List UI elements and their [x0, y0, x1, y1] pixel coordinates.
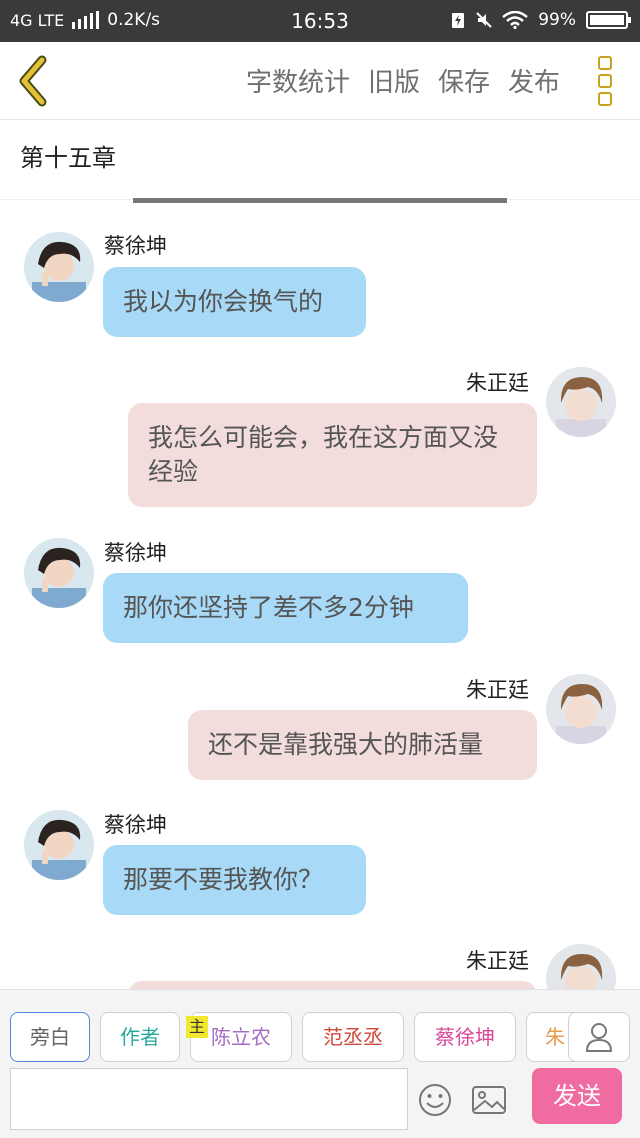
- message-bubble[interactable]: [128, 981, 537, 989]
- add-role-button[interactable]: [568, 1012, 630, 1062]
- old-version-button[interactable]: 旧版: [368, 62, 420, 99]
- avatar[interactable]: [546, 367, 616, 437]
- chapter-header: 第十五章: [0, 120, 640, 200]
- message-bubble[interactable]: 我怎么可能会，我在这方面又没经验: [128, 403, 537, 507]
- editor-toolbar: 字数统计 旧版 保存 发布: [0, 42, 640, 120]
- avatar[interactable]: [546, 944, 616, 989]
- send-button[interactable]: 发送: [532, 1068, 622, 1124]
- image-icon[interactable]: [470, 1082, 508, 1118]
- mute-icon: [476, 12, 492, 28]
- main-role-tag: 主: [186, 1016, 209, 1038]
- avatar[interactable]: [546, 674, 616, 744]
- message-bubble[interactable]: 还不是靠我强大的肺活量: [188, 710, 537, 780]
- emoji-icon[interactable]: [417, 1082, 453, 1118]
- wifi-icon: [502, 11, 529, 29]
- sender-name: 朱正廷: [466, 371, 529, 395]
- sender-name: 朱正廷: [466, 678, 529, 702]
- role-selector: 旁白 作者 陈立农 主 范丞丞 蔡徐坤 朱: [0, 990, 640, 1062]
- status-right: 99%: [450, 10, 631, 30]
- back-icon[interactable]: [14, 54, 54, 108]
- role-label: 范丞丞: [323, 1025, 383, 1049]
- status-bar: 4G LTE 0.2K/s 16:53 99%: [0, 0, 640, 42]
- sender-name: 蔡徐坤: [104, 813, 167, 837]
- user-icon: [585, 1023, 613, 1052]
- battery-saver-icon: [452, 13, 465, 28]
- message-input[interactable]: [10, 1068, 408, 1130]
- message-bubble[interactable]: 那你还坚持了差不多2分钟: [103, 573, 468, 643]
- word-count-button[interactable]: 字数统计: [246, 62, 350, 99]
- role-fan-button[interactable]: 范丞丞: [302, 1012, 404, 1062]
- chat-area: 蔡徐坤 我以为你会换气的 朱正廷 我怎么可能会，我在这方面又没经验 蔡徐坤 那你…: [0, 203, 640, 989]
- role-label: 蔡徐坤: [435, 1025, 495, 1049]
- toolbar-actions: 字数统计 旧版 保存 发布: [246, 62, 560, 99]
- role-label: 旁白: [30, 1025, 70, 1049]
- sender-name: 蔡徐坤: [104, 234, 167, 258]
- avatar[interactable]: [24, 232, 94, 302]
- composer: 旁白 作者 陈立农 主 范丞丞 蔡徐坤 朱 发送: [0, 989, 640, 1138]
- battery-percent: 99%: [538, 10, 576, 30]
- more-menu-icon[interactable]: [598, 56, 614, 106]
- role-label: 作者: [120, 1025, 160, 1049]
- sender-name: 朱正廷: [466, 949, 529, 973]
- avatar[interactable]: [24, 538, 94, 608]
- role-cai-button[interactable]: 蔡徐坤: [414, 1012, 516, 1062]
- publish-button[interactable]: 发布: [508, 62, 560, 99]
- role-label: 朱: [545, 1025, 565, 1049]
- battery-icon: [586, 11, 631, 29]
- role-author-button[interactable]: 作者: [100, 1012, 180, 1062]
- message-bubble[interactable]: 我以为你会换气的: [103, 267, 366, 337]
- message-bubble[interactable]: 那要不要我教你？: [103, 845, 366, 915]
- role-narrator-button[interactable]: 旁白: [10, 1012, 90, 1062]
- avatar[interactable]: [24, 810, 94, 880]
- chapter-title[interactable]: 第十五章: [20, 138, 116, 173]
- role-label: 陈立农: [211, 1025, 271, 1049]
- sender-name: 蔡徐坤: [104, 541, 167, 565]
- save-button[interactable]: 保存: [438, 62, 490, 99]
